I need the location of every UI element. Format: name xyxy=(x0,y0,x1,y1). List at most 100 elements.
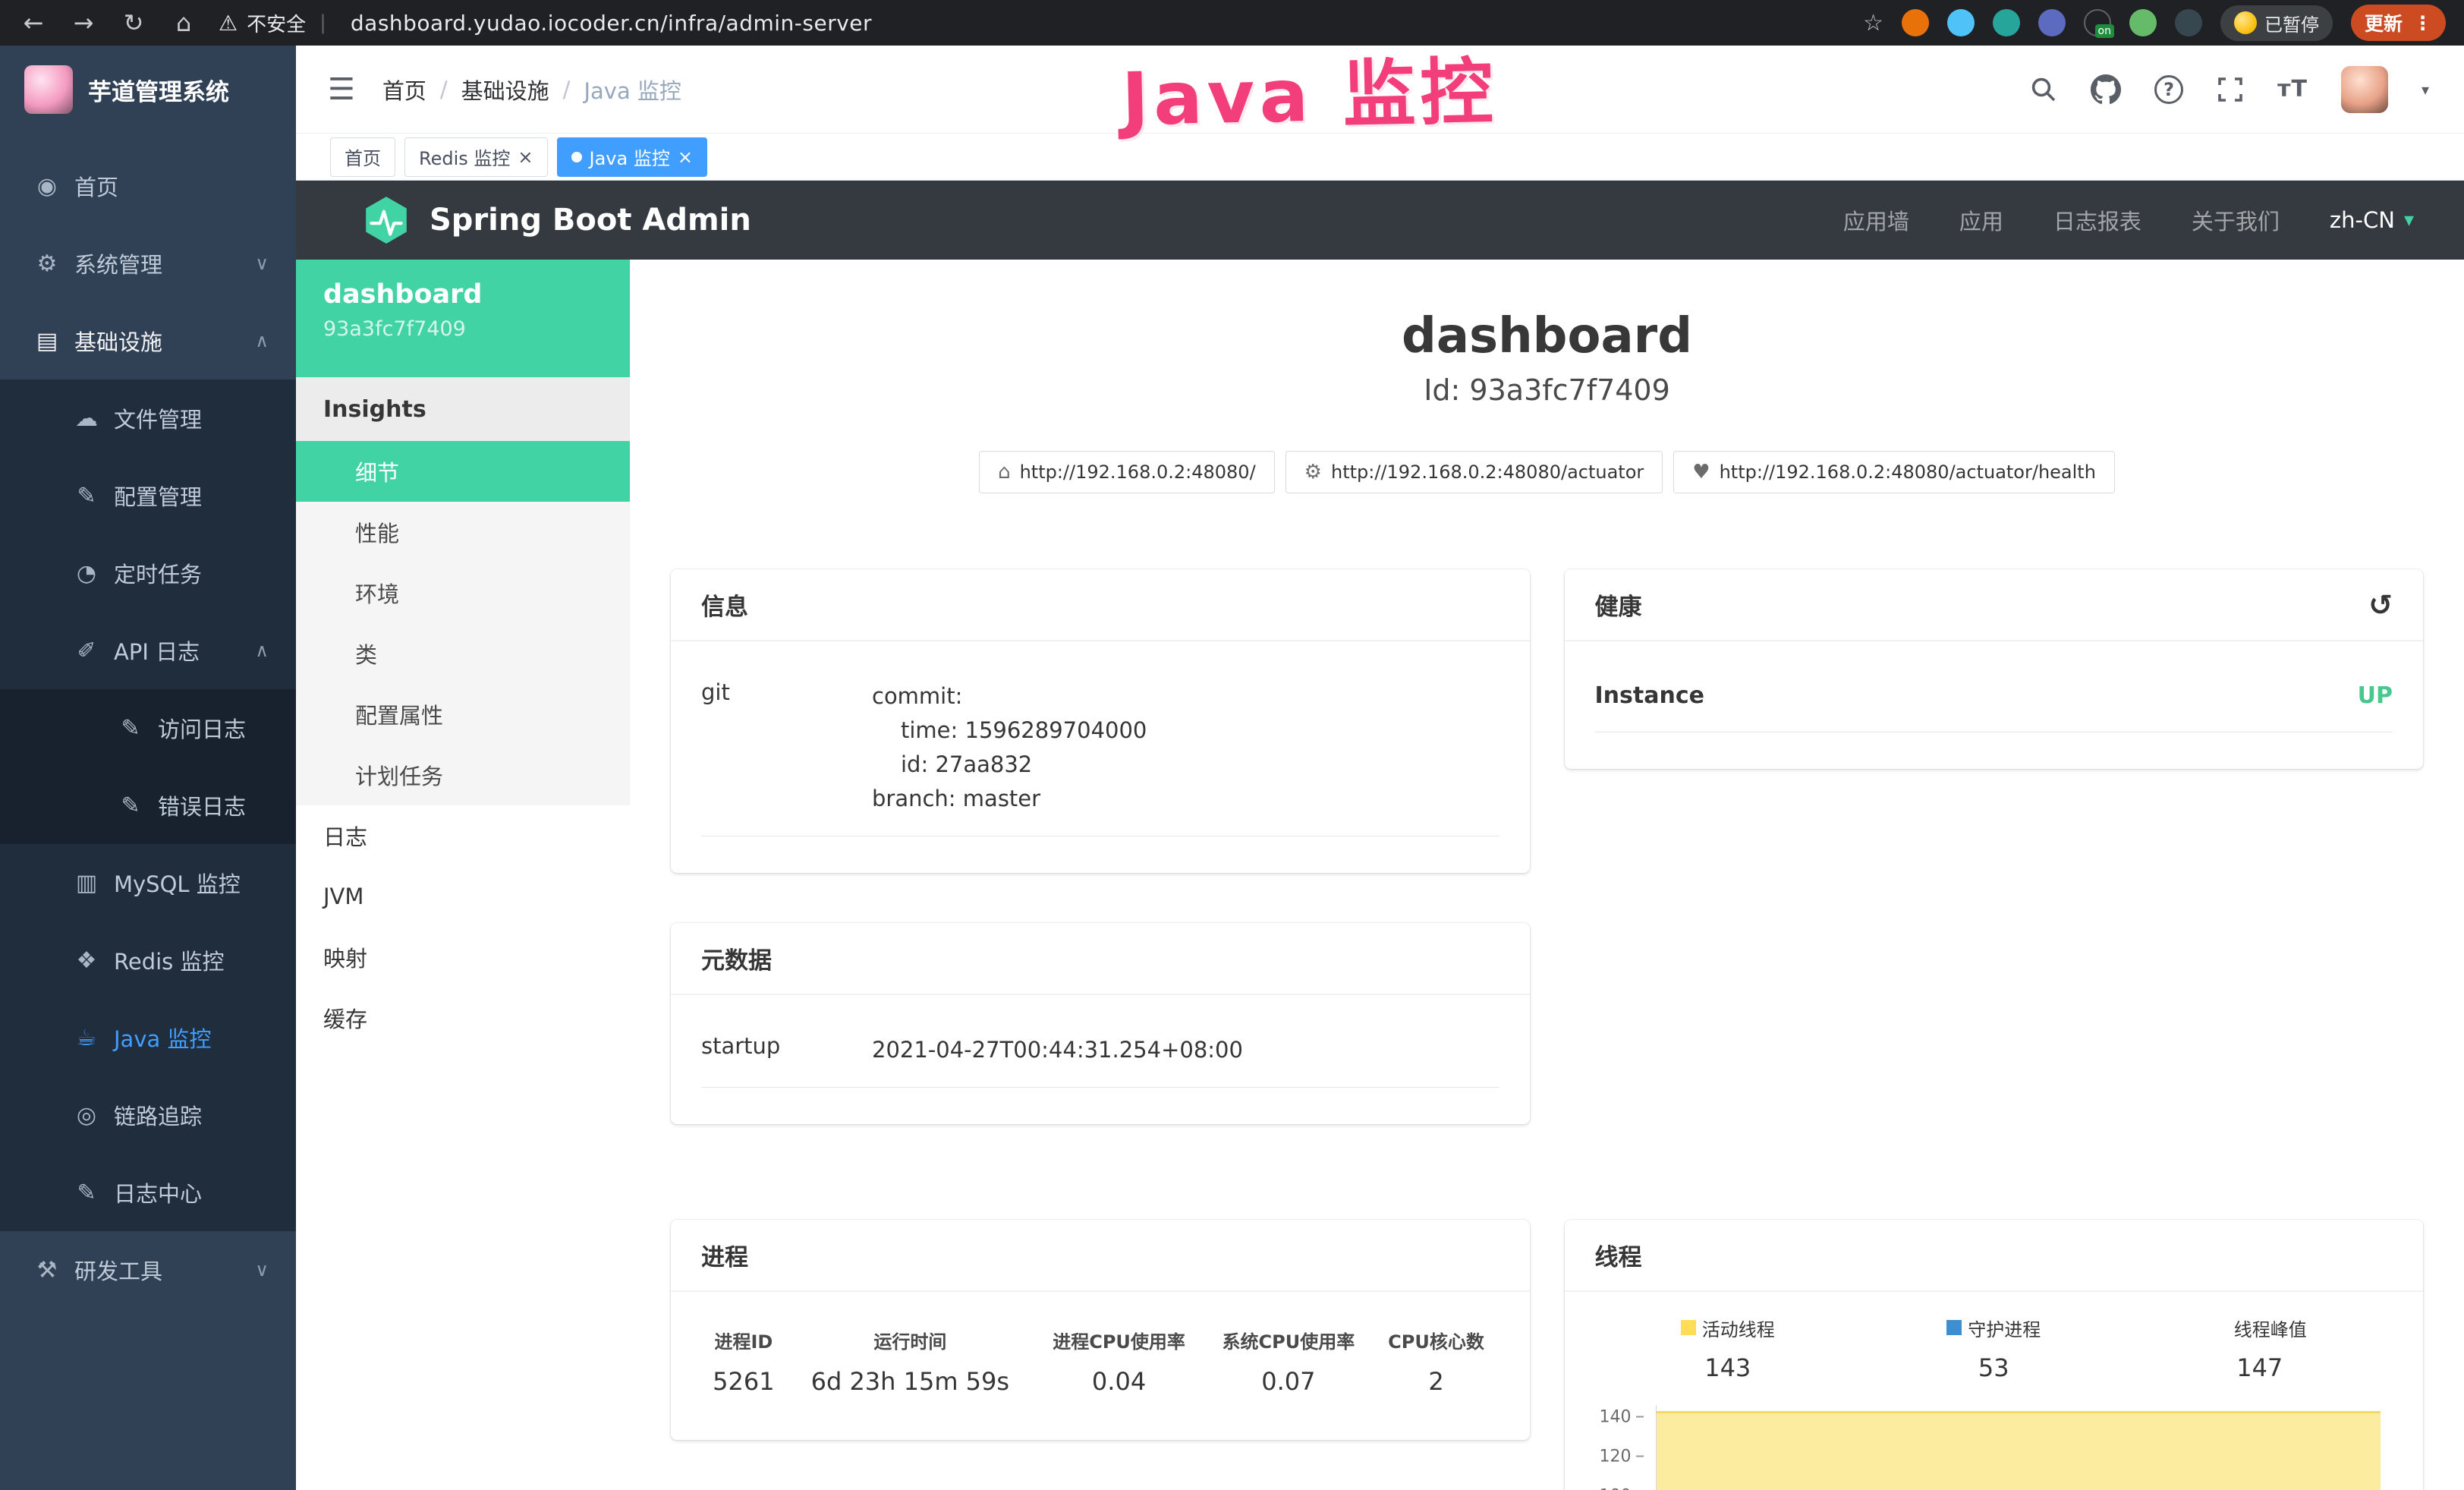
process-col-header: 进程CPU使用率 xyxy=(1034,1313,1204,1361)
forward-icon[interactable]: → xyxy=(68,8,99,37)
warning-icon: ⚠ xyxy=(219,11,238,36)
caret-down-icon[interactable]: ▾ xyxy=(2422,80,2429,99)
extension-icon[interactable] xyxy=(2129,9,2157,36)
instance-header[interactable]: dashboard 93a3fc7f7409 xyxy=(296,260,630,377)
nav-about[interactable]: 关于我们 xyxy=(2192,204,2280,236)
collapse-sidebar-icon[interactable]: ☰ xyxy=(328,72,355,107)
home-icon[interactable]: ⌂ xyxy=(168,8,199,37)
history-icon[interactable]: ↺ xyxy=(2368,588,2393,622)
security-label: 不安全 xyxy=(247,9,306,37)
site-security-chip[interactable]: ⚠ 不安全 | xyxy=(219,9,331,37)
fullscreen-icon[interactable] xyxy=(2217,76,2244,103)
nav-journal[interactable]: 日志报表 xyxy=(2053,204,2141,236)
sba-navbar: Spring Boot Admin 应用墙 应用 日志报表 关于我们 zh-CN… xyxy=(296,181,2464,260)
app-logo-row[interactable]: 芋道管理系统 xyxy=(0,46,296,134)
sba-menu-jvm[interactable]: JVM xyxy=(296,866,630,927)
breadcrumb-item[interactable]: 首页 xyxy=(382,74,426,106)
sidebar-item-system[interactable]: ⚙ 系统管理 ∨ xyxy=(0,225,296,302)
reload-icon[interactable]: ↻ xyxy=(118,8,149,37)
nav-wallboard[interactable]: 应用墙 xyxy=(1843,204,1909,236)
sba-menu-classes[interactable]: 类 xyxy=(296,623,630,684)
nav-applications[interactable]: 应用 xyxy=(1959,204,2003,236)
sidebar-item-java[interactable]: ☕ Java 监控 xyxy=(0,999,296,1076)
process-col-header: 系统CPU使用率 xyxy=(1204,1313,1373,1361)
sidebar-item-log-center[interactable]: ✎ 日志中心 xyxy=(0,1154,296,1231)
sba-brand[interactable]: Spring Boot Admin xyxy=(361,195,751,245)
sidebar-item-infrastructure[interactable]: ▤ 基础设施 ∧ xyxy=(0,302,296,380)
extension-icon[interactable]: on xyxy=(2084,9,2111,36)
chevron-up-icon: ∧ xyxy=(255,330,269,351)
bookmark-star-icon[interactable]: ☆ xyxy=(1863,10,1883,36)
sba-menu-caches[interactable]: 缓存 xyxy=(296,988,630,1048)
doc-icon: ✎ xyxy=(114,715,147,742)
cards-grid: 信息 git commit: time: 1596289704000 id: 2… xyxy=(630,569,2464,1490)
address-bar[interactable]: dashboard.yudao.iocoder.cn/infra/admin-s… xyxy=(351,11,872,36)
user-avatar[interactable] xyxy=(2341,66,2388,113)
edit-icon: ✎ xyxy=(70,483,103,509)
breadcrumb-item[interactable]: 基础设施 xyxy=(461,74,549,106)
java-icon: ☕ xyxy=(70,1025,103,1051)
sba-menu-performance[interactable]: 性能 xyxy=(296,502,630,562)
sidebar-item-config[interactable]: ✎ 配置管理 xyxy=(0,457,296,534)
github-icon[interactable] xyxy=(2091,74,2121,105)
tab-home[interactable]: 首页 xyxy=(330,137,395,177)
header-actions: ? тT ▾ xyxy=(2030,66,2429,113)
paused-label: 已暂停 xyxy=(2264,10,2319,36)
legend-value: 143 xyxy=(1595,1353,1861,1382)
sba-menu-details[interactable]: 细节 xyxy=(296,441,630,502)
language-selector[interactable]: zh-CN ▾ xyxy=(2330,207,2414,233)
metadata-key: startup xyxy=(701,1033,872,1067)
sidebar-item-error-logs[interactable]: ✎ 错误日志 xyxy=(0,767,296,844)
monitor-icon: ▤ xyxy=(30,328,64,354)
metadata-card: 元数据 startup 2021-04-27T00:44:31.254+08:0… xyxy=(671,923,1530,1124)
database-icon: ▥ xyxy=(70,870,103,896)
help-icon[interactable]: ? xyxy=(2154,75,2183,104)
sidebar-item-jobs[interactable]: ◔ 定时任务 xyxy=(0,534,296,612)
tab-java-monitor[interactable]: Java 监控 × xyxy=(557,137,707,177)
close-icon[interactable]: × xyxy=(518,146,533,168)
status-badge: UP xyxy=(2358,682,2393,709)
sba-menu-properties[interactable]: 配置属性 xyxy=(296,684,630,745)
actuator-url-link[interactable]: ⚙ http://192.168.0.2:48080/actuator xyxy=(1285,451,1663,493)
y-tick-label: 120 xyxy=(1600,1447,1644,1466)
sidebar-item-tracing[interactable]: ◎ 链路追踪 xyxy=(0,1076,296,1154)
sidebar-item-redis[interactable]: ❖ Redis 监控 xyxy=(0,921,296,999)
sba-menu-loggers[interactable]: 日志 xyxy=(296,805,630,866)
kebab-menu-icon[interactable]: ⋮ xyxy=(2413,12,2432,34)
legend-swatch xyxy=(1946,1320,1962,1335)
sidebar-item-home[interactable]: ◉ 首页 xyxy=(0,147,296,225)
extension-icon[interactable] xyxy=(2175,9,2202,36)
tab-redis-monitor[interactable]: Redis 监控 × xyxy=(404,137,548,177)
sidebar-item-access-logs[interactable]: ✎ 访问日志 xyxy=(0,689,296,767)
sba-menu-scheduled-tasks[interactable]: 计划任务 xyxy=(296,745,630,805)
extension-icon[interactable] xyxy=(1947,9,1975,36)
sba-sidebar: dashboard 93a3fc7f7409 Insights 细节 性能 环境… xyxy=(296,260,630,1490)
sidebar-item-files[interactable]: ☁ 文件管理 xyxy=(0,380,296,457)
font-size-icon[interactable]: тT xyxy=(2277,76,2308,102)
service-url-link[interactable]: ⌂ http://192.168.0.2:48080/ xyxy=(979,451,1275,493)
back-icon[interactable]: ← xyxy=(18,8,49,37)
extension-icon[interactable] xyxy=(1993,9,2020,36)
sidebar-item-devtools[interactable]: ⚒ 研发工具 ∨ xyxy=(0,1231,296,1309)
sidebar-item-mysql[interactable]: ▥ MySQL 监控 xyxy=(0,844,296,921)
search-icon[interactable] xyxy=(2030,76,2057,103)
breadcrumb-separator: / xyxy=(440,77,448,102)
health-instance-row[interactable]: Instance UP xyxy=(1595,649,2393,732)
metadata-card-title: 元数据 xyxy=(671,923,1530,995)
home-icon: ⌂ xyxy=(998,461,1011,484)
sba-menu-mappings[interactable]: 映射 xyxy=(296,927,630,988)
threads-chart-y-axis: 140 120 100 xyxy=(1595,1405,1648,1490)
sidebar-item-api-logs[interactable]: ✐ API 日志 ∧ xyxy=(0,612,296,689)
redis-icon: ❖ xyxy=(70,947,103,974)
on-badge: on xyxy=(2095,24,2114,38)
extension-icon[interactable] xyxy=(2038,9,2066,36)
sba-menu-environment[interactable]: 环境 xyxy=(296,562,630,623)
paused-extension-badge[interactable]: 已暂停 xyxy=(2220,5,2333,41)
threads-legend: 活动线程 143 守护进程 53 xyxy=(1595,1315,2393,1382)
close-icon[interactable]: × xyxy=(678,146,693,168)
extension-icon[interactable] xyxy=(1902,9,1929,36)
health-url-link[interactable]: ♥ http://192.168.0.2:48080/actuator/heal… xyxy=(1673,451,2115,493)
chrome-update-button[interactable]: 更新 ⋮ xyxy=(2351,5,2446,41)
sba-body: dashboard 93a3fc7f7409 Insights 细节 性能 环境… xyxy=(296,260,2464,1490)
app-window: 芋道管理系统 ◉ 首页 ⚙ 系统管理 ∨ ▤ 基础设施 ∧ ☁ 文件管理 ✎ xyxy=(0,46,2464,1490)
